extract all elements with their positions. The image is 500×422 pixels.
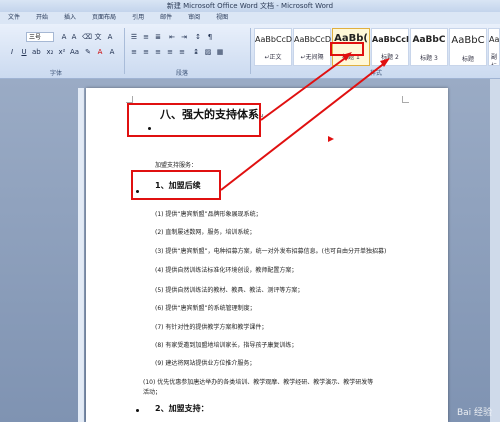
arrow-line <box>260 55 349 121</box>
small-arrow-marker <box>328 136 334 142</box>
annotation-arrows <box>220 52 390 191</box>
arrow-line <box>220 61 387 191</box>
watermark: Bai 经验 <box>456 408 492 418</box>
